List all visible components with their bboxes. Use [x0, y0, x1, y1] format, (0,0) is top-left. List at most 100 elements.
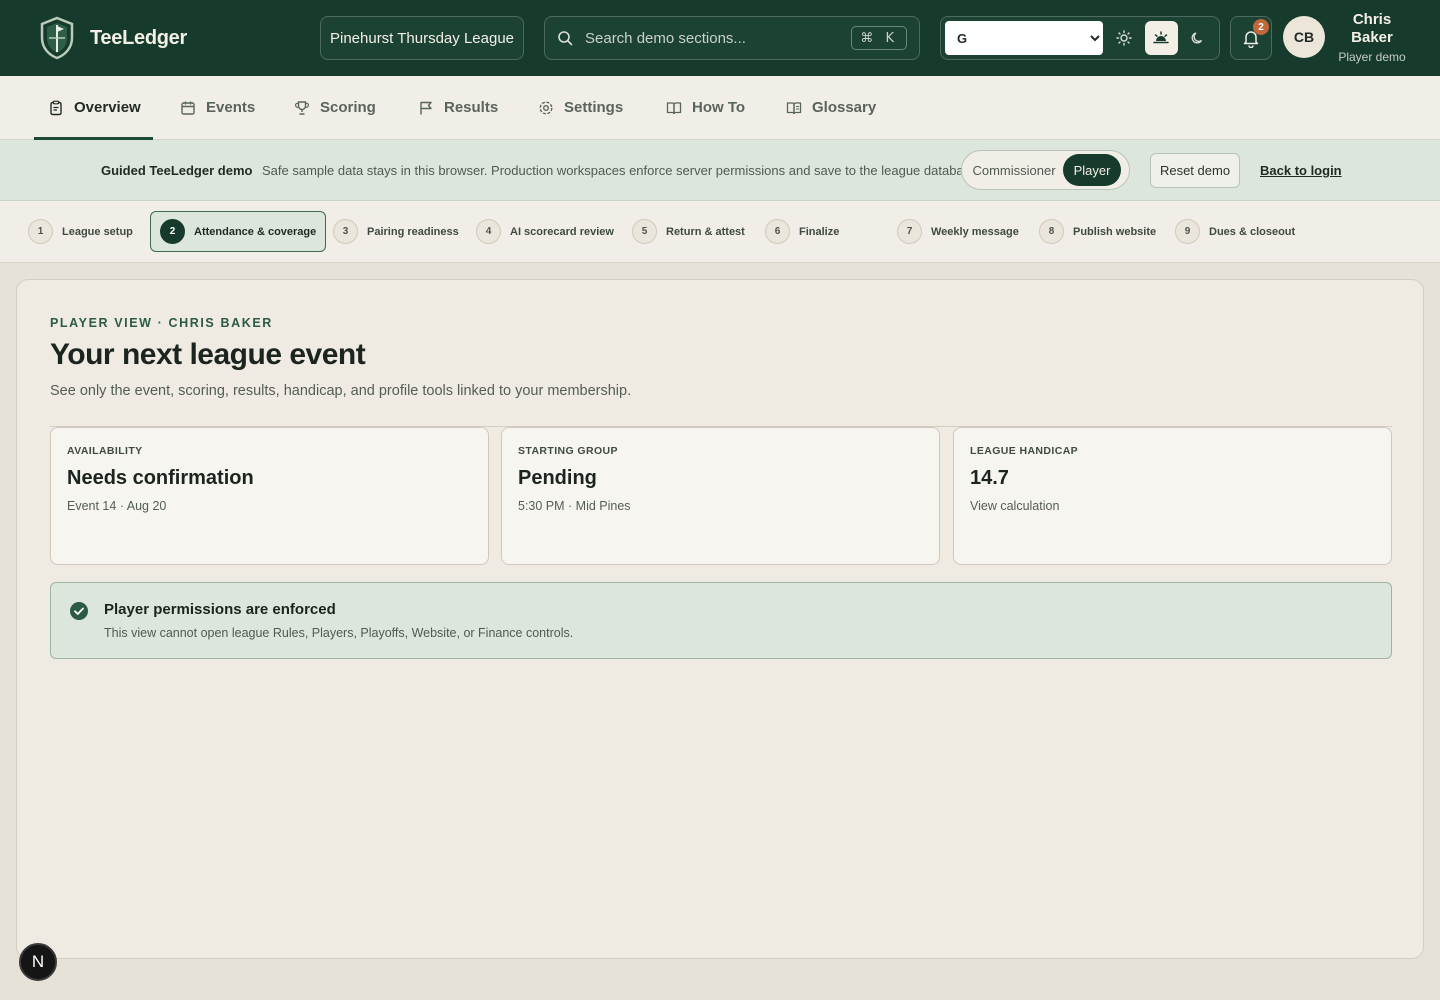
shield-logo-icon: [40, 16, 74, 60]
step-number: 3: [333, 219, 358, 244]
step-label: Pairing readiness: [367, 225, 459, 238]
permissions-text: This view cannot open league Rules, Play…: [104, 626, 574, 640]
page-subtitle: See only the event, scoring, results, ha…: [50, 383, 632, 399]
gear-icon: [539, 100, 553, 115]
demo-banner-text: Safe sample data stays in this browser. …: [262, 163, 981, 178]
dark-theme-button[interactable]: [1182, 21, 1215, 55]
stat-label: LEAGUE HANDICAP: [970, 445, 1079, 457]
tab-label: Events: [206, 99, 256, 116]
reset-demo-button[interactable]: Reset demo: [1150, 153, 1240, 188]
demo-steps: 1 League setup 2 Attendance & coverage 3…: [0, 201, 1440, 263]
step-ai-scorecard-review[interactable]: 4 AI scorecard review: [476, 211, 614, 252]
tab-how-to[interactable]: How To: [666, 76, 745, 139]
back-to-login-link[interactable]: Back to login: [1260, 163, 1342, 178]
step-league-setup[interactable]: 1 League setup: [28, 211, 133, 252]
step-label: Weekly message: [931, 225, 1019, 238]
step-number: 5: [632, 219, 657, 244]
step-number: 4: [476, 219, 501, 244]
calendar-icon: [181, 101, 195, 115]
stat-value: Pending: [518, 467, 597, 489]
step-number: 6: [765, 219, 790, 244]
demo-banner-title: Guided TeeLedger demo: [101, 163, 253, 178]
step-number: 7: [897, 219, 922, 244]
brand-name: TeeLedger: [90, 26, 187, 49]
tab-results[interactable]: Results: [418, 76, 498, 139]
step-return-attest[interactable]: 5 Return & attest: [632, 211, 745, 252]
tab-scoring[interactable]: Scoring: [294, 76, 376, 139]
step-pairing-readiness[interactable]: 3 Pairing readiness: [333, 211, 459, 252]
stat-label: STARTING GROUP: [518, 445, 618, 457]
role-toggle: Commissioner Player: [961, 150, 1130, 190]
step-publish-website[interactable]: 8 Publish website: [1039, 211, 1156, 252]
tab-label: Glossary: [812, 99, 877, 116]
step-label: AI scorecard review: [510, 225, 614, 238]
theme-controls: G: [940, 16, 1220, 60]
user-menu[interactable]: Chris Baker Player demo: [1330, 11, 1414, 64]
check-circle-icon: [70, 602, 88, 620]
step-number: 9: [1175, 219, 1200, 244]
clipboard-icon: [50, 100, 62, 115]
availability-card[interactable]: AVAILABILITY Needs confirmation Event 14…: [50, 427, 489, 565]
user-name: Chris Baker: [1351, 11, 1393, 46]
step-dues-closeout[interactable]: 9 Dues & closeout: [1175, 211, 1295, 252]
step-label: Return & attest: [666, 225, 745, 238]
step-finalize[interactable]: 6 Finalize: [765, 211, 839, 252]
role-player-button[interactable]: Player: [1063, 154, 1121, 186]
top-bar: TeeLedger Pinehurst Thursday League ⌘ K …: [0, 0, 1440, 76]
moon-icon: [1191, 32, 1203, 44]
stat-note: 5:30 PM · Mid Pines: [518, 499, 631, 513]
stat-label: AVAILABILITY: [67, 445, 143, 457]
notification-count-badge: 2: [1253, 19, 1269, 35]
step-label: League setup: [62, 225, 133, 238]
view-calculation-link[interactable]: View calculation: [970, 499, 1059, 513]
page-title: Your next league event: [50, 338, 366, 371]
stat-value: 14.7: [970, 467, 1009, 489]
role-commissioner-button[interactable]: Commissioner: [965, 154, 1063, 186]
light-theme-button[interactable]: [1107, 21, 1140, 55]
search-bar[interactable]: ⌘ K: [544, 16, 920, 60]
dev-tools-badge[interactable]: N: [19, 943, 57, 981]
tab-label: How To: [692, 99, 746, 116]
sun-icon: [1116, 30, 1132, 46]
tab-settings[interactable]: Settings: [538, 76, 623, 139]
permissions-notice: Player permissions are enforced This vie…: [50, 582, 1392, 659]
step-weekly-message[interactable]: 7 Weekly message: [897, 211, 1019, 252]
tab-overview[interactable]: Overview: [34, 76, 153, 140]
page-eyebrow: PLAYER VIEW · CHRIS BAKER: [50, 316, 273, 330]
brand[interactable]: TeeLedger: [38, 16, 187, 60]
step-label: Publish website: [1073, 225, 1157, 238]
step-number: 8: [1039, 219, 1064, 244]
avatar[interactable]: CB: [1283, 16, 1325, 58]
tab-label: Scoring: [320, 99, 376, 116]
step-number: 2: [160, 219, 185, 244]
tab-label: Settings: [564, 99, 624, 116]
step-label: Dues & closeout: [1209, 225, 1296, 238]
step-attendance-coverage[interactable]: 2 Attendance & coverage: [150, 211, 327, 252]
main-nav: Overview Events Scoring Results Settings: [0, 76, 1440, 140]
step-label: Finalize: [799, 225, 840, 238]
tab-events[interactable]: Events: [180, 76, 255, 139]
stat-note: Event 14 · Aug 20: [67, 499, 167, 513]
search-input[interactable]: [585, 29, 852, 47]
tab-glossary[interactable]: Glossary: [786, 76, 876, 139]
search-icon: [558, 31, 573, 46]
starting-group-card[interactable]: STARTING GROUP Pending 5:30 PM · Mid Pin…: [501, 427, 940, 565]
league-handicap-card[interactable]: LEAGUE HANDICAP 14.7 View calculation: [953, 427, 1392, 565]
tab-label: Overview: [74, 99, 141, 116]
sunset-theme-button[interactable]: [1144, 21, 1178, 55]
trophy-icon: [294, 100, 310, 115]
league-switcher-button[interactable]: Pinehurst Thursday League: [320, 16, 524, 60]
demo-banner: Guided TeeLedger demo Safe sample data s…: [0, 140, 1440, 201]
book-icon: [786, 101, 802, 114]
notifications-button[interactable]: 2: [1230, 16, 1272, 60]
theme-select[interactable]: G: [945, 21, 1104, 55]
stat-value: Needs confirmation: [67, 467, 254, 489]
book-icon: [666, 101, 682, 114]
sunset-icon: [1153, 31, 1170, 44]
step-number: 1: [28, 219, 53, 244]
step-label: Attendance & coverage: [194, 225, 317, 238]
flag-icon: [420, 101, 432, 114]
permissions-title: Player permissions are enforced: [104, 601, 336, 618]
player-overview-panel: PLAYER VIEW · CHRIS BAKER Your next leag…: [16, 279, 1424, 959]
keyboard-shortcut-hint: ⌘ K: [851, 26, 907, 50]
